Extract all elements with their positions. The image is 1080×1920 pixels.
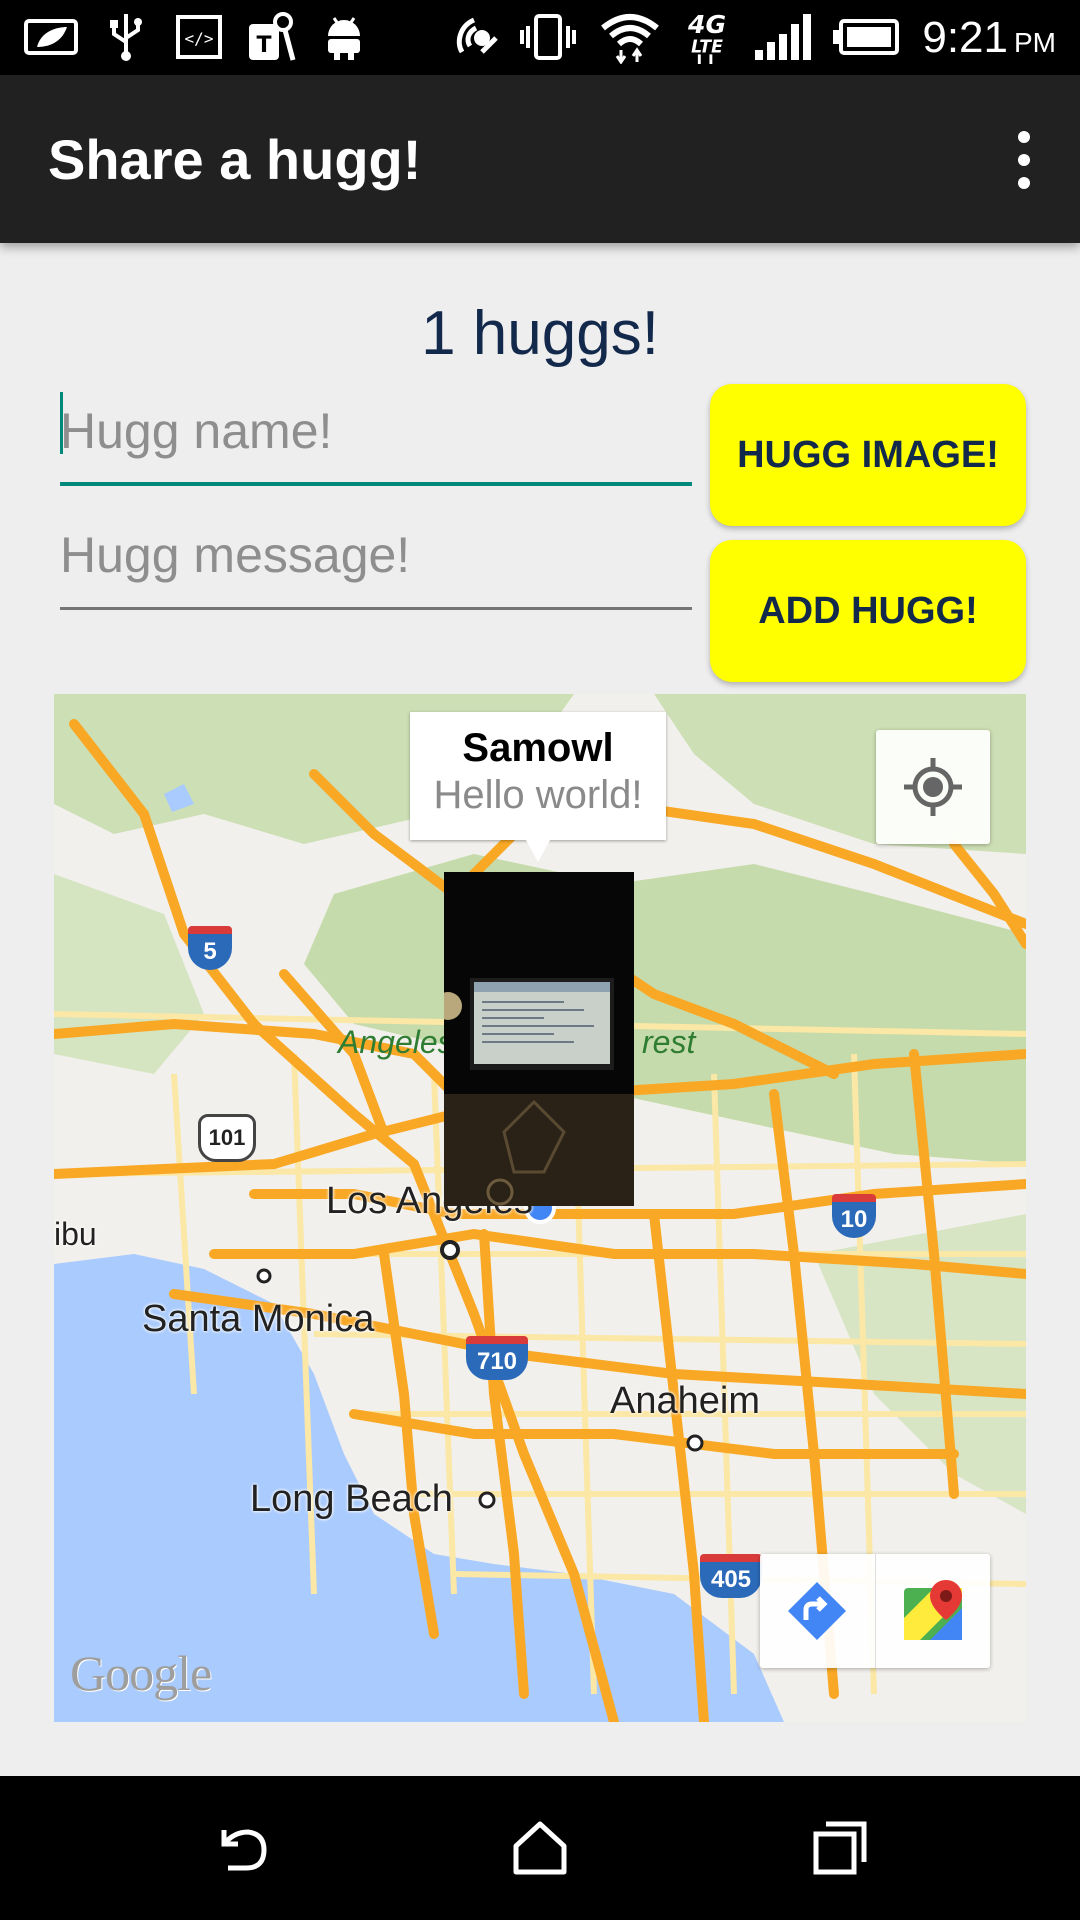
home-icon[interactable] xyxy=(498,1806,582,1890)
svg-text:</>: </> xyxy=(185,29,214,48)
add-hugg-button[interactable]: ADD HUGG! xyxy=(710,540,1026,682)
city-label-malibu: ibu xyxy=(54,1216,97,1252)
shield-i5: 5 xyxy=(188,926,232,970)
network-type-icon: 4G LTE xyxy=(680,10,736,64)
svg-text:4G: 4G xyxy=(687,10,726,39)
status-bar: </> T 4G LTE 9:21 PM xyxy=(0,0,1080,75)
map-toolbar xyxy=(760,1554,990,1668)
shield-i405: 405 xyxy=(700,1554,762,1598)
hugg-photo-image xyxy=(444,872,634,1206)
hugg-name-field[interactable] xyxy=(60,376,692,486)
clock: 9:21 PM xyxy=(922,8,1056,73)
battery-icon xyxy=(830,10,902,64)
hugg-name-input[interactable] xyxy=(60,376,692,486)
back-icon[interactable] xyxy=(198,1806,282,1890)
navigation-bar xyxy=(0,1776,1080,1920)
clock-time: 9:21 xyxy=(922,13,1008,62)
more-vert-icon[interactable] xyxy=(1004,127,1044,193)
map-view[interactable]: Los Angeles Santa Monica Anaheim Long Be… xyxy=(54,694,1026,1722)
signal-icon xyxy=(752,10,812,64)
my-location-icon xyxy=(904,758,962,816)
hugg-counter: 1 huggs! xyxy=(421,299,659,368)
svg-text:T: T xyxy=(256,33,271,58)
carrier-app-icon: T xyxy=(244,10,300,64)
hugg-message-input[interactable] xyxy=(60,500,692,610)
city-label-santa-monica: Santa Monica xyxy=(142,1298,375,1340)
open-in-maps-button[interactable] xyxy=(874,1554,991,1668)
shield-i10: 10 xyxy=(832,1194,876,1238)
nfc-icon xyxy=(452,10,502,64)
android-icon xyxy=(322,10,366,64)
usb-icon xyxy=(104,10,148,64)
hugg-message-underline xyxy=(60,607,692,610)
info-window-message: Hello world! xyxy=(433,773,643,817)
app-title: Share a hugg! xyxy=(48,128,422,191)
google-maps-icon xyxy=(903,1580,962,1640)
hugg-image-marker[interactable] xyxy=(444,872,634,1206)
text-cursor xyxy=(60,392,63,454)
clock-ampm: PM xyxy=(1014,27,1056,58)
vibrate-icon xyxy=(518,10,578,64)
marker-info-window[interactable]: Samowl Hello world! xyxy=(410,712,666,862)
shield-i710: 710 xyxy=(466,1336,528,1380)
forest-label-left: Angeles xyxy=(338,1024,454,1060)
info-window-title: Samowl xyxy=(462,726,614,770)
app-bar: Share a hugg! xyxy=(0,75,1080,243)
hugg-name-underline xyxy=(60,482,692,486)
google-attribution: Google xyxy=(70,1645,212,1701)
battery-saver-icon xyxy=(22,10,82,64)
directions-button[interactable] xyxy=(760,1554,875,1668)
city-label-anaheim: Anaheim xyxy=(610,1380,760,1422)
svg-text:LTE: LTE xyxy=(691,37,723,57)
forest-label-right: rest xyxy=(642,1024,696,1060)
wifi-icon xyxy=(596,10,664,64)
hugg-image-button[interactable]: HUGG IMAGE! xyxy=(710,384,1026,526)
directions-icon xyxy=(788,1582,847,1640)
hugg-message-field[interactable] xyxy=(60,500,692,610)
recents-icon[interactable] xyxy=(798,1806,882,1890)
developer-icon: </> xyxy=(174,10,224,64)
city-label-long-beach: Long Beach xyxy=(250,1478,453,1520)
shield-us101: 101 xyxy=(198,1114,256,1162)
my-location-button[interactable] xyxy=(876,730,990,844)
